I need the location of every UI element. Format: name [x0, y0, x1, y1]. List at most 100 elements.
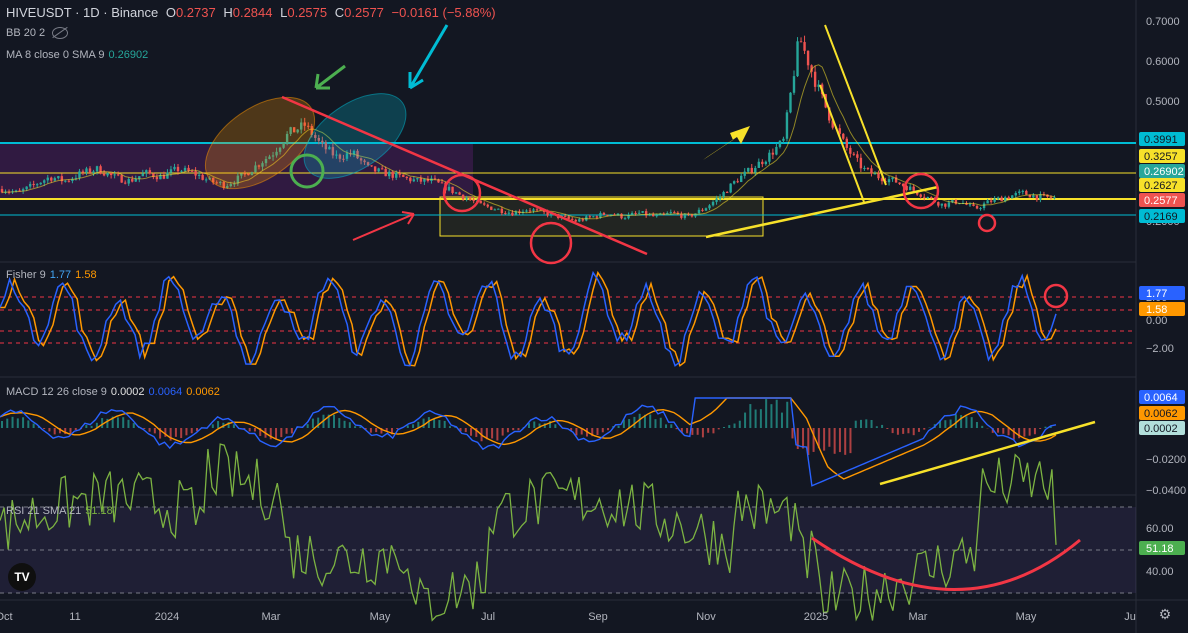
candle-body [578, 219, 581, 222]
time-tick-label: May [370, 611, 391, 623]
candle-body [85, 168, 88, 173]
candle-body [1014, 192, 1017, 196]
fisher-label: Fisher 9 [6, 269, 46, 281]
rsi-legend[interactable]: RSI 21 SMA 21 51.18 [6, 505, 117, 517]
time-tick-label: Ju [1124, 611, 1136, 623]
candle-body [141, 173, 144, 177]
macd-tag: 0.0062 [1139, 406, 1185, 420]
candle-body [789, 92, 792, 113]
candle-body [919, 194, 922, 197]
price-tag: 0.2169 [1139, 209, 1185, 223]
candle-body [131, 179, 134, 182]
candle-body [986, 200, 989, 204]
fisher-tag: 1.77 [1139, 286, 1185, 300]
candle-body [1049, 196, 1053, 198]
macd-tag-label: 0.0062 [1144, 408, 1178, 420]
macd-axis[interactable]: −0.0200 −0.0400 0.0064 0.0062 0.0002 [1139, 390, 1186, 497]
candle-body [53, 178, 56, 181]
macd-pane[interactable]: −0.0200 −0.0400 0.0064 0.0062 0.0002 [0, 390, 1186, 497]
green-arrow-annotation [314, 64, 346, 90]
candle-body [722, 192, 725, 197]
fisher-tag-label: 1.77 [1146, 288, 1167, 300]
candle-body [57, 176, 60, 179]
candle-body [497, 208, 500, 210]
time-tick-label: 2025 [804, 611, 828, 623]
rsi-pane[interactable]: 60.00 40.00 51.18 [0, 443, 1185, 622]
candle-body [28, 183, 32, 187]
time-axis[interactable]: Oct 11 2024 Mar May Jul Sep Nov 2025 Mar May Ju [0, 611, 1136, 623]
candle-body [711, 201, 715, 206]
fisher-tag-label: 1.58 [1146, 304, 1167, 316]
symbol-title[interactable]: HIVEUSDT · 1D · Binance [6, 5, 158, 20]
candle-body [465, 198, 468, 200]
eye-off-icon[interactable] [52, 27, 69, 40]
candle-body [535, 209, 539, 211]
macd-value-1: 0.0002 [110, 386, 145, 398]
fisher-legend[interactable]: Fisher 9 1.77 1.58 [6, 269, 101, 281]
time-tick-label: Mar [262, 611, 281, 623]
candle-body [106, 172, 109, 176]
rsi-axis[interactable]: 60.00 40.00 51.18 [1139, 523, 1185, 578]
chart-canvas[interactable]: 0.70000.60000.50000.40000.30000.20000.39… [0, 0, 1188, 633]
candle-body [757, 161, 760, 168]
candle-body [1000, 197, 1003, 202]
candle-body [145, 170, 148, 174]
candle-body [490, 206, 493, 210]
change-value: −0.0161 (−5.88%) [391, 5, 496, 20]
candle-body [113, 174, 116, 176]
symbol-legend[interactable]: HIVEUSDT · 1D · Binance O0.2737 H0.2844 … [6, 5, 500, 20]
candle-body [754, 167, 757, 173]
price-tag: 0.26902 [1139, 164, 1185, 178]
fisher-axis[interactable]: 2.000.00−2.001.771.58 [1139, 286, 1185, 355]
yellow-channel-line-1 [824, 24, 887, 186]
candle-body [866, 167, 870, 169]
candle-body [729, 183, 732, 193]
gear-icon[interactable]: ⚙ [1157, 606, 1173, 622]
candle-body [416, 178, 419, 180]
time-tick-label: Nov [696, 611, 716, 623]
candle-body [447, 186, 451, 191]
candle-body [190, 170, 194, 172]
candle-body [852, 153, 856, 155]
macd-legend[interactable]: MACD 12 26 close 9 0.0002 0.0064 0.0062 [6, 386, 224, 398]
time-tick-label: Oct [0, 611, 13, 623]
price-axis[interactable]: 0.70000.60000.50000.40000.30000.20000.39… [1139, 16, 1185, 228]
candle-body [440, 182, 444, 184]
candle-body [402, 174, 405, 177]
candle-body [898, 182, 901, 184]
candle-body [148, 170, 152, 174]
red-circle-annotation-5 [1043, 283, 1069, 309]
candle-body [507, 212, 511, 214]
candle-body [1032, 195, 1035, 198]
candle-body [870, 168, 873, 174]
candle-body [458, 192, 461, 195]
price-tag-label: 0.3991 [1144, 134, 1178, 146]
candle-body [78, 171, 81, 178]
macd-histogram [1, 399, 1052, 455]
macd-tag: 0.0064 [1139, 390, 1185, 404]
macd-value-3: 0.0062 [186, 386, 220, 398]
candle-body [637, 212, 641, 214]
fisher-pane[interactable]: 2.000.00−2.001.771.58 [0, 270, 1185, 367]
candle-body [405, 176, 408, 178]
tradingview-logo[interactable]: TV [8, 563, 36, 591]
bb-legend[interactable]: BB 20 2 [6, 27, 72, 40]
candle-body [968, 204, 972, 206]
time-tick-label: Jul [481, 611, 495, 623]
candle-body [454, 192, 458, 194]
candle-body [768, 152, 771, 162]
candle-body [944, 203, 947, 207]
candle-body [912, 186, 915, 191]
candle-body [673, 212, 676, 214]
price-pane[interactable]: 0.70000.60000.50000.40000.30000.20000.39… [0, 16, 1185, 265]
candle-body [740, 175, 743, 183]
ma-legend[interactable]: MA 8 close 0 SMA 9 0.26902 [6, 49, 152, 61]
fisher-tick-label: −2.00 [1146, 343, 1174, 355]
candle-body [511, 212, 514, 216]
candle-body [169, 169, 173, 173]
candle-body [388, 171, 391, 177]
candle-body [630, 213, 634, 215]
time-tick-label: Mar [909, 611, 928, 623]
candle-body [574, 219, 577, 222]
candle-body [461, 194, 465, 200]
